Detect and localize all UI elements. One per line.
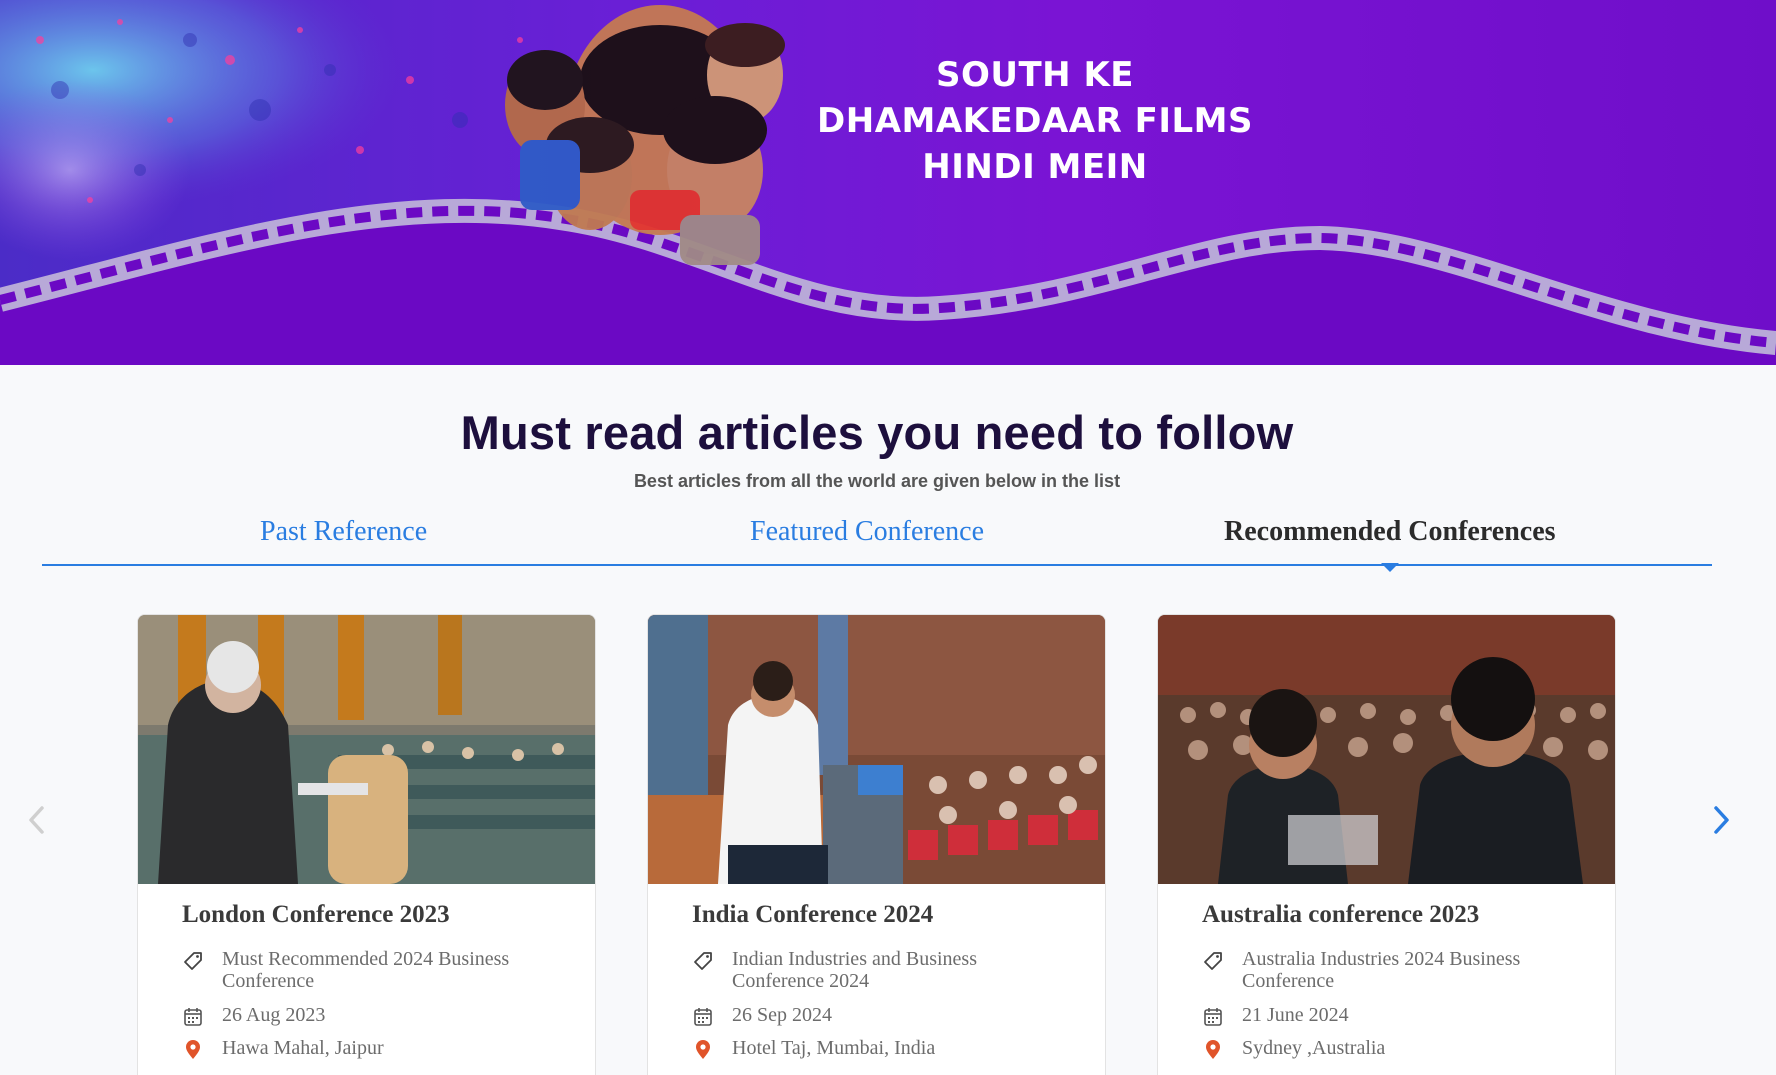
card-category-text: Australia Industries 2024 Business Confe… — [1242, 948, 1521, 992]
card-title[interactable]: India Conference 2024 — [692, 901, 933, 929]
hero-banner[interactable]: SOUTH KE DHAMAKEDAAR FILMS HINDI MEIN — [0, 0, 1776, 365]
tag-icon — [1204, 952, 1222, 970]
banner-headline: SOUTH KE DHAMAKEDAAR FILMS HINDI MEIN — [780, 52, 1290, 190]
conference-card[interactable]: Australia conference 2023 Australia Indu… — [1157, 614, 1616, 1075]
tag-icon — [184, 952, 202, 970]
section-title: Must read articles you need to follow — [460, 406, 1294, 459]
carousel-next-button[interactable] — [1706, 800, 1736, 840]
conference-photo — [138, 615, 595, 884]
card-category-text: Must Recommended 2024 Business Conferenc… — [222, 948, 510, 992]
calendar-icon — [694, 1008, 712, 1026]
conference-card[interactable]: India Conference 2024 Indian Industries … — [647, 614, 1106, 1075]
card-location: Sydney ,Australia — [1202, 1037, 1572, 1061]
card-title[interactable]: London Conference 2023 — [182, 901, 450, 929]
tab-featured-conference[interactable]: Featured Conference — [750, 516, 984, 548]
conference-photo — [1158, 615, 1615, 884]
card-date: 26 Aug 2023 — [182, 1004, 552, 1028]
card-location-text: Hotel Taj, Mumbai, India — [732, 1037, 936, 1059]
map-pin-icon — [186, 1040, 200, 1059]
card-location-text: Hawa Mahal, Jaipur — [222, 1037, 384, 1059]
section-subtitle: Best articles from all the world are giv… — [633, 471, 1121, 491]
conference-photo — [648, 615, 1105, 884]
tab-recommended-conferences[interactable]: Recommended Conferences — [1224, 516, 1556, 548]
card-date: 21 June 2024 — [1202, 1004, 1572, 1028]
card-date: 26 Sep 2024 — [692, 1004, 1062, 1028]
active-tab-indicator — [1381, 563, 1399, 572]
carousel-prev-button[interactable] — [22, 800, 52, 840]
card-category: Indian Industries and Business Conferenc… — [692, 948, 1062, 992]
card-title[interactable]: Australia conference 2023 — [1202, 901, 1479, 929]
card-date-text: 26 Sep 2024 — [732, 1004, 832, 1026]
card-date-text: 26 Aug 2023 — [222, 1004, 326, 1026]
banner-line-1: SOUTH KE — [935, 55, 1135, 95]
tab-past-reference[interactable]: Past Reference — [260, 516, 427, 548]
card-location: Hawa Mahal, Jaipur — [182, 1037, 552, 1061]
calendar-icon — [1204, 1008, 1222, 1026]
card-category-text: Indian Industries and Business Conferenc… — [732, 948, 977, 992]
card-location: Hotel Taj, Mumbai, India — [692, 1037, 1062, 1061]
card-category: Australia Industries 2024 Business Confe… — [1202, 948, 1572, 992]
conference-card[interactable]: London Conference 2023 Must Recommended … — [137, 614, 596, 1075]
card-category: Must Recommended 2024 Business Conferenc… — [182, 948, 552, 992]
banner-line-3: HINDI MEIN — [922, 147, 1148, 187]
banner-line-2: DHAMAKEDAAR FILMS — [817, 101, 1253, 141]
tag-icon — [694, 952, 712, 970]
chevron-right-icon — [1714, 806, 1729, 834]
map-pin-icon — [1206, 1040, 1220, 1059]
conference-tabs: Past Reference Featured Conference Recom… — [42, 510, 1712, 566]
chevron-left-icon — [29, 806, 44, 834]
calendar-icon — [184, 1008, 202, 1026]
card-date-text: 21 June 2024 — [1242, 1004, 1349, 1026]
card-location-text: Sydney ,Australia — [1242, 1037, 1386, 1059]
map-pin-icon — [696, 1040, 710, 1059]
